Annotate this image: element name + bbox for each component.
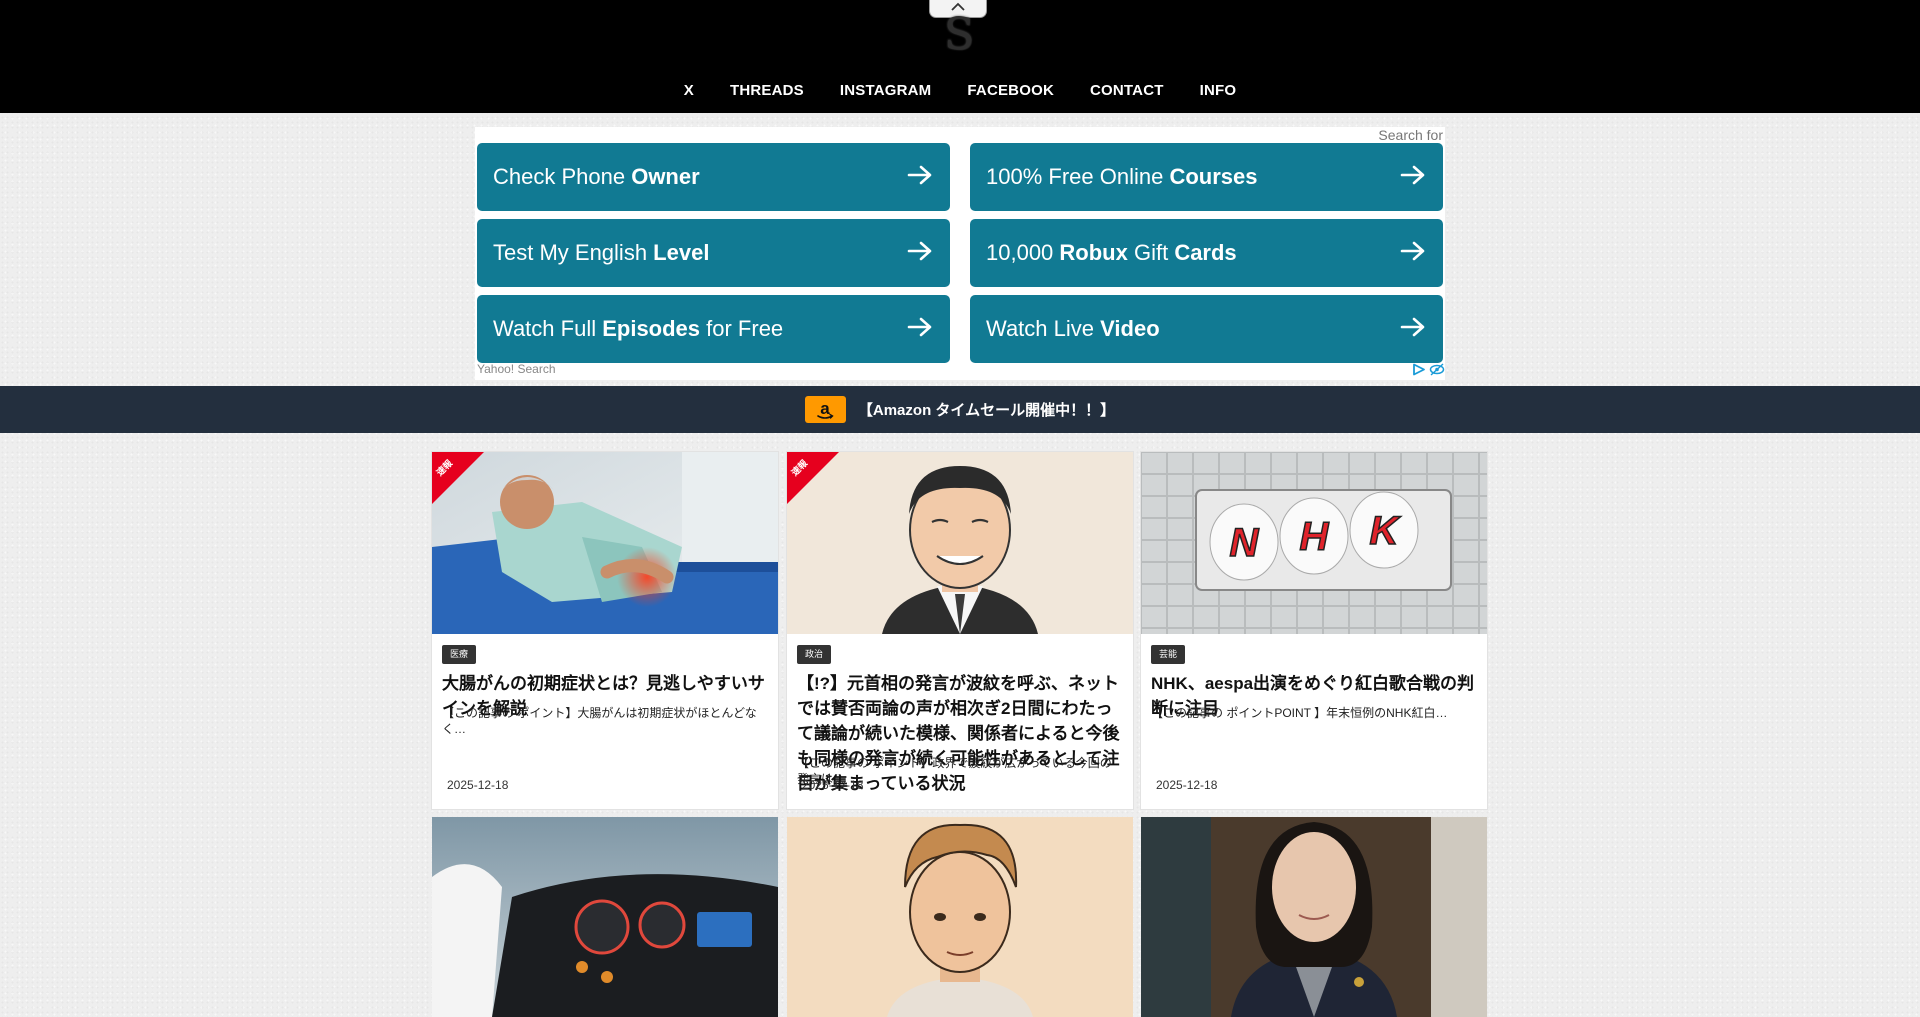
svg-text:H: H — [1300, 515, 1330, 559]
article-date: 2025-12-18 — [802, 778, 864, 792]
nav-item-x[interactable]: X — [684, 80, 694, 102]
amazon-banner-text: 【Amazon タイムセール開催中！！】 — [857, 402, 1116, 419]
ad-button-watch-live-video[interactable]: Watch Live Video — [970, 295, 1443, 363]
ad-button-label: 10,000 Robux Gift Cards — [986, 239, 1237, 267]
svg-text:K: K — [1370, 509, 1402, 553]
article-excerpt: 【この記事の ポイントPOINT 】年末恒例のNHK紅白… — [1151, 706, 1448, 720]
site-logo[interactable]: S — [944, 12, 974, 58]
ad-button-text-part: Robux — [1059, 240, 1128, 265]
ad-button-label: 100% Free Online Courses — [986, 163, 1257, 191]
article-card[interactable]: 速報 医療 大腸がんの初期症状とは？見逃しやすいサインを解説 【この記事の ポイ… — [432, 452, 778, 809]
site-header: S X THREADS INSTAGRAM FACEBOOK CONTACT I… — [0, 0, 1920, 113]
nav-item-threads[interactable]: THREADS — [730, 80, 804, 102]
ad-choices[interactable] — [1412, 363, 1445, 376]
nav-item-facebook[interactable]: FACEBOOK — [967, 80, 1054, 102]
ad-button-text-part: Owner — [631, 164, 700, 189]
article-card[interactable]: 速報 政治 【!?】元首相の発言が波紋を呼ぶ、ネットでは賛否両論の声が相次ぎ2日… — [787, 452, 1133, 809]
amazon-sale-banner[interactable]: a 【Amazon タイムセール開催中！！】 — [0, 386, 1920, 433]
ad-button-text-part: Episodes — [602, 316, 701, 341]
ad-button-text-part: Video — [1100, 316, 1160, 341]
ad-button-label: Watch Live Video — [986, 315, 1160, 343]
ad-search-for-label: Search for — [1378, 127, 1443, 143]
ad-button-label: Test My English Level — [493, 239, 709, 267]
article-thumbnail[interactable]: 速報 — [432, 452, 778, 634]
ad-button-watch-full-episodes[interactable]: Watch Full Episodes for Free — [477, 295, 950, 363]
ad-button-text-part: Check Phone — [493, 164, 632, 189]
ad-button-free-online-courses[interactable]: 100% Free Online Courses — [970, 143, 1443, 211]
article-card[interactable]: N H K 芸能 NHK、aespa出演をめぐり紅白歌合戦の判断に注目 【この記… — [1141, 452, 1487, 809]
arrow-right-icon — [1400, 317, 1425, 337]
adchoices-eye-icon[interactable] — [1429, 363, 1445, 376]
breaking-ribbon — [787, 452, 839, 504]
nav-item-contact[interactable]: CONTACT — [1090, 80, 1164, 102]
article-thumbnail[interactable]: N H K — [1141, 452, 1487, 634]
woman-in-suit-image[interactable] — [1141, 817, 1487, 1017]
main-nav: X THREADS INSTAGRAM FACEBOOK CONTACT INF… — [0, 80, 1920, 102]
ad-button-text-part: Courses — [1169, 164, 1258, 189]
ad-button-check-phone-owner[interactable]: Check Phone Owner — [477, 143, 950, 211]
article-excerpt: 【この記事の ポイント】大腸がんは初期症状がほとんどなく… — [442, 706, 757, 736]
category-badge[interactable]: 政治 — [797, 645, 832, 664]
svg-text:N: N — [1230, 521, 1260, 565]
breaking-ribbon — [432, 452, 484, 504]
nhk-sign-image: N H K — [1141, 452, 1487, 634]
nav-item-instagram[interactable]: INSTAGRAM — [840, 80, 932, 102]
article-date: 2025-12-18 — [1156, 778, 1218, 792]
search-ad-block: Search for Check Phone Owner 100% Free O… — [475, 127, 1445, 380]
ad-button-robux-gift-cards[interactable]: 10,000 Robux Gift Cards — [970, 219, 1443, 287]
article-date: 2025-12-18 — [447, 778, 509, 792]
ad-button-text-part: Cards — [1174, 240, 1237, 265]
category-badge[interactable]: 芸能 — [1151, 645, 1186, 664]
ad-button-text-part: Test My English — [493, 240, 654, 265]
ad-button-label: Watch Full Episodes for Free — [493, 315, 783, 343]
ad-provider-label: Yahoo! Search — [477, 362, 556, 376]
adchoices-play-icon[interactable] — [1412, 363, 1426, 376]
arrow-right-icon — [907, 165, 932, 185]
ad-button-text-part: for Free — [700, 316, 784, 341]
article-card[interactable] — [432, 817, 778, 1017]
arrow-right-icon — [907, 241, 932, 261]
ad-button-text-part: Level — [653, 240, 710, 265]
article-thumbnail[interactable]: 速報 — [787, 452, 1133, 634]
car-dashboard-image[interactable] — [432, 817, 778, 1017]
svg-text:a: a — [821, 399, 831, 418]
ad-button-text-part: Watch Live — [986, 316, 1101, 341]
article-card[interactable] — [787, 817, 1133, 1017]
category-badge[interactable]: 医療 — [442, 645, 477, 664]
ad-button-text-part: Gift — [1127, 240, 1175, 265]
young-man-illustration-image[interactable] — [787, 817, 1133, 1017]
amazon-logo-icon: a — [804, 396, 846, 423]
arrow-right-icon — [907, 317, 932, 337]
nav-item-info[interactable]: INFO — [1200, 80, 1237, 102]
ad-button-test-english-level[interactable]: Test My English Level — [477, 219, 950, 287]
arrow-right-icon — [1400, 241, 1425, 261]
article-card[interactable] — [1141, 817, 1487, 1017]
ad-button-text-part: Watch Full — [493, 316, 603, 341]
arrow-right-icon — [1400, 165, 1425, 185]
ad-button-text-part: 10,000 — [986, 240, 1060, 265]
ad-button-text-part: 100% Free Online — [986, 164, 1170, 189]
ad-button-label: Check Phone Owner — [493, 163, 700, 191]
